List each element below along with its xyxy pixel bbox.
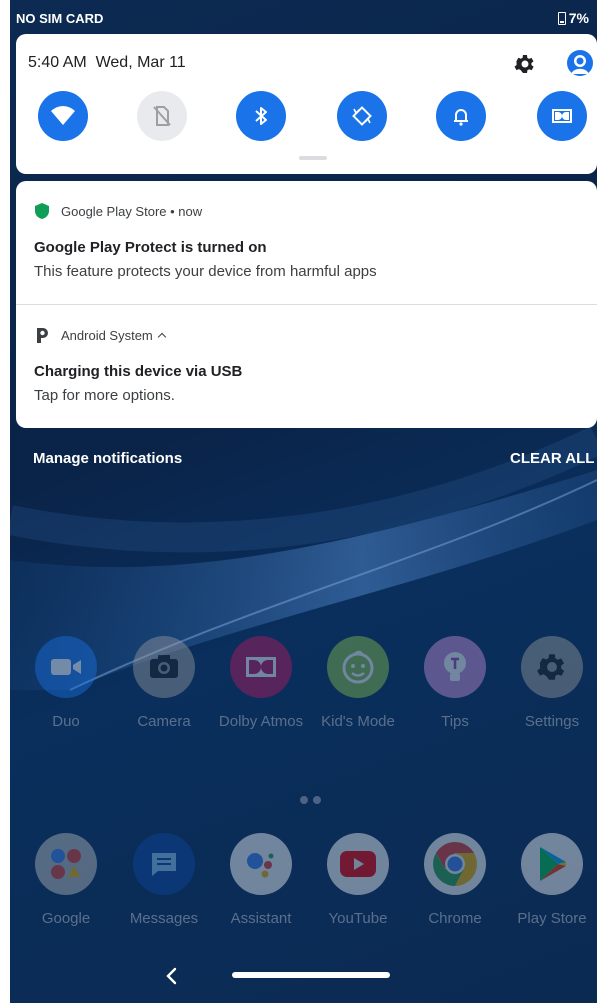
home-screen: Duo Camera Dolby Atmos Kid's Mode Tips S… bbox=[10, 0, 597, 1003]
app-assistant[interactable]: Assistant bbox=[213, 833, 309, 927]
app-tips[interactable]: Tips bbox=[407, 636, 503, 730]
page-dot bbox=[313, 796, 321, 804]
app-youtube[interactable]: YouTube bbox=[310, 833, 406, 927]
play-store-icon bbox=[521, 833, 583, 895]
camera-icon bbox=[133, 636, 195, 698]
messages-icon bbox=[133, 833, 195, 895]
assistant-icon bbox=[230, 833, 292, 895]
home-pill-icon[interactable] bbox=[232, 972, 390, 978]
app-label: Kid's Mode bbox=[321, 713, 395, 730]
kid-face-icon bbox=[327, 636, 389, 698]
app-label: YouTube bbox=[328, 910, 388, 927]
app-label: Camera bbox=[137, 713, 191, 730]
lightbulb-icon bbox=[424, 636, 486, 698]
app-label: Dolby Atmos bbox=[218, 713, 304, 730]
app-label: Tips bbox=[441, 713, 469, 730]
app-google-folder[interactable]: Google bbox=[18, 833, 114, 927]
app-camera[interactable]: Camera bbox=[116, 636, 212, 730]
app-label: Assistant bbox=[230, 910, 292, 927]
app-kids-mode[interactable]: Kid's Mode bbox=[310, 636, 406, 730]
page-dot bbox=[300, 796, 308, 804]
back-chevron-icon[interactable] bbox=[164, 966, 180, 986]
app-messages[interactable]: Messages bbox=[116, 833, 212, 927]
app-dolby-atmos[interactable]: Dolby Atmos bbox=[213, 636, 309, 730]
app-label: Chrome bbox=[428, 910, 482, 927]
app-label: Duo bbox=[52, 713, 80, 730]
app-chrome[interactable]: Chrome bbox=[407, 833, 503, 927]
chrome-icon bbox=[424, 833, 486, 895]
youtube-icon bbox=[327, 833, 389, 895]
page-indicator bbox=[300, 796, 321, 804]
gear-icon bbox=[521, 636, 583, 698]
dolby-icon bbox=[230, 636, 292, 698]
video-camera-icon bbox=[35, 636, 97, 698]
app-label: Play Store bbox=[517, 910, 587, 927]
app-settings[interactable]: Settings bbox=[504, 636, 597, 730]
screen: NO SIM CARD 7% 5:40 AM Wed, Mar 11 Googl… bbox=[10, 0, 597, 1003]
google-folder-icon bbox=[35, 833, 97, 895]
app-play-store[interactable]: Play Store bbox=[504, 833, 597, 927]
app-label: Settings bbox=[524, 713, 580, 730]
app-duo[interactable]: Duo bbox=[18, 636, 114, 730]
app-label: Google bbox=[41, 910, 91, 927]
app-label: Messages bbox=[129, 910, 199, 927]
